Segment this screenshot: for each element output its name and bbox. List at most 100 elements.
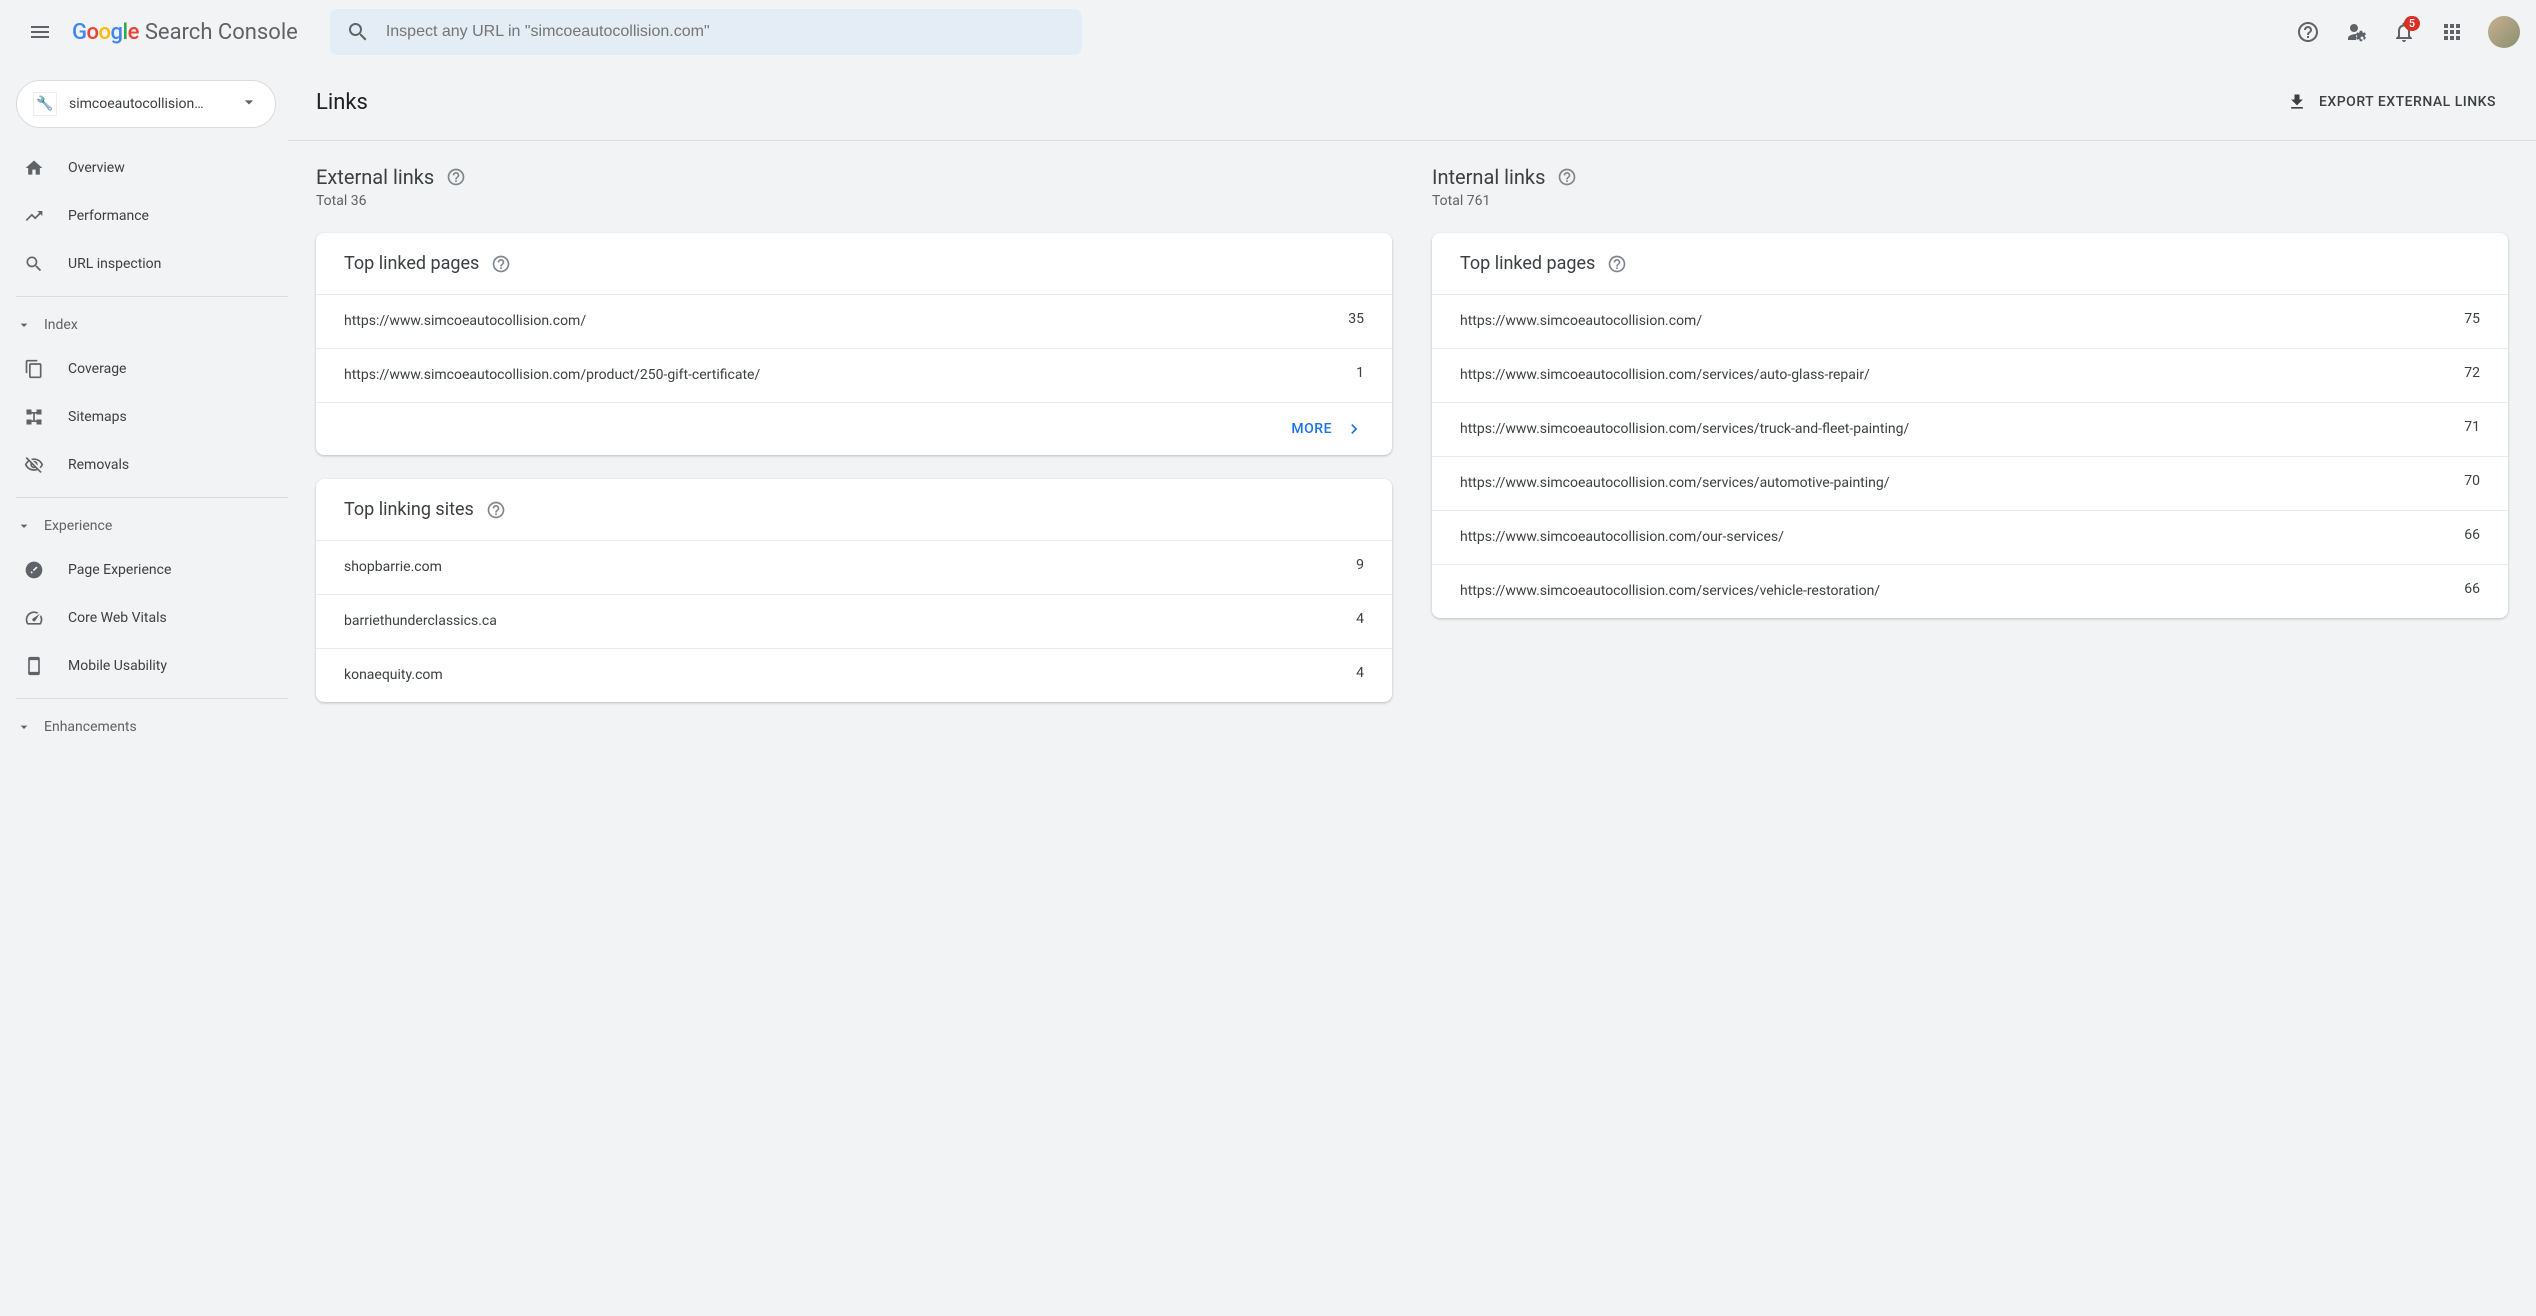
users-settings-button[interactable] (2336, 12, 2376, 52)
notification-badge: 5 (2404, 16, 2420, 31)
sidebar-item-label: Core Web Vitals (68, 610, 167, 626)
row-count: 71 (2464, 419, 2480, 435)
row-url: konaequity.com (344, 665, 1332, 686)
row-url: barriethunderclassics.ca (344, 611, 1332, 632)
search-icon (24, 254, 44, 274)
row-url: https://www.simcoeautocollision.com/ (1460, 311, 2440, 332)
account-avatar[interactable] (2488, 16, 2520, 48)
table-row[interactable]: https://www.simcoeautocollision.com/ 35 (316, 294, 1392, 348)
search-input[interactable] (386, 23, 1066, 41)
row-url: shopbarrie.com (344, 557, 1332, 578)
chevron-down-icon (239, 92, 259, 116)
sidebar-item-label: Mobile Usability (68, 658, 167, 674)
table-row[interactable]: konaequity.com 4 (316, 648, 1392, 702)
sidebar-item-core-web-vitals[interactable]: Core Web Vitals (0, 594, 276, 642)
menu-button[interactable] (16, 8, 64, 56)
property-selector[interactable]: 🔧 simcoeautocollision… (16, 80, 276, 128)
sidebar-item-label: URL inspection (68, 256, 161, 272)
google-logo: Google (72, 20, 139, 45)
internal-links-subtitle: Total 761 (1432, 193, 2508, 209)
chevron-right-icon (1344, 419, 1364, 439)
sidebar: 🔧 simcoeautocollision… Overview Performa… (0, 64, 288, 774)
external-top-linking-sites-card: Top linking sites shopbarrie.com 9 barri… (316, 479, 1392, 702)
table-row[interactable]: barriethunderclassics.ca 4 (316, 594, 1392, 648)
apps-button[interactable] (2432, 12, 2472, 52)
sidebar-item-mobile-usability[interactable]: Mobile Usability (0, 642, 276, 690)
menu-icon (28, 20, 52, 44)
help-icon (2296, 20, 2320, 44)
badge-icon (24, 560, 44, 580)
notifications-button[interactable]: 5 (2384, 12, 2424, 52)
app-name: Search Console (145, 20, 298, 45)
section-title: Enhancements (44, 719, 137, 735)
export-external-links-button[interactable]: EXPORT EXTERNAL LINKS (2275, 84, 2508, 120)
more-button[interactable]: MORE (316, 402, 1392, 455)
internal-top-linked-pages-card: Top linked pages https://www.simcoeautoc… (1432, 233, 2508, 618)
help-icon[interactable] (1607, 254, 1627, 274)
table-row[interactable]: https://www.simcoeautocollision.com/serv… (1432, 348, 2508, 402)
sidebar-section-enhancements[interactable]: Enhancements (0, 707, 288, 747)
sidebar-item-overview[interactable]: Overview (0, 144, 276, 192)
home-icon (24, 158, 44, 178)
sidebar-item-removals[interactable]: Removals (0, 441, 276, 489)
main-content: Links EXPORT EXTERNAL LINKS External lin… (288, 64, 2536, 774)
internal-links-title: Internal links (1432, 165, 1545, 189)
trending-icon (24, 206, 44, 226)
phone-icon (24, 656, 44, 676)
page-title: Links (316, 90, 368, 115)
row-count: 66 (2464, 527, 2480, 543)
help-icon[interactable] (486, 500, 506, 520)
table-row[interactable]: https://www.simcoeautocollision.com/prod… (316, 348, 1392, 402)
sidebar-item-label: Coverage (68, 361, 126, 377)
table-row[interactable]: shopbarrie.com 9 (316, 540, 1392, 594)
sidebar-item-performance[interactable]: Performance (0, 192, 276, 240)
card-title: Top linking sites (344, 499, 474, 520)
row-count: 35 (1348, 311, 1364, 327)
sidebar-section-index[interactable]: Index (0, 305, 288, 345)
row-count: 1 (1356, 365, 1364, 381)
help-icon[interactable] (491, 254, 511, 274)
row-url: https://www.simcoeautocollision.com/serv… (1460, 473, 2440, 494)
more-label: MORE (1291, 421, 1332, 437)
help-button[interactable] (2288, 12, 2328, 52)
row-count: 72 (2464, 365, 2480, 381)
row-url: https://www.simcoeautocollision.com/our-… (1460, 527, 2440, 548)
table-row[interactable]: https://www.simcoeautocollision.com/our-… (1432, 510, 2508, 564)
row-url: https://www.simcoeautocollision.com/serv… (1460, 581, 2440, 602)
row-url: https://www.simcoeautocollision.com/serv… (1460, 365, 2440, 386)
table-row[interactable]: https://www.simcoeautocollision.com/ 75 (1432, 294, 2508, 348)
sidebar-section-experience[interactable]: Experience (0, 506, 288, 546)
sidebar-item-url-inspection[interactable]: URL inspection (0, 240, 276, 288)
row-count: 4 (1356, 611, 1364, 627)
divider (16, 698, 288, 699)
header: Google Search Console 5 (0, 0, 2536, 64)
external-links-subtitle: Total 36 (316, 193, 1392, 209)
download-icon (2287, 92, 2307, 112)
row-url: https://www.simcoeautocollision.com/serv… (1460, 419, 2440, 440)
row-count: 9 (1356, 557, 1364, 573)
url-inspection-search[interactable] (330, 9, 1082, 55)
sidebar-item-sitemaps[interactable]: Sitemaps (0, 393, 276, 441)
sidebar-item-label: Performance (68, 208, 149, 224)
help-icon[interactable] (446, 167, 466, 187)
section-title: Experience (44, 518, 112, 534)
visibility-off-icon (24, 455, 44, 475)
apps-grid-icon (2440, 20, 2464, 44)
row-url: https://www.simcoeautocollision.com/prod… (344, 365, 1332, 386)
internal-links-column: Internal links Total 761 Top linked page… (1432, 165, 2508, 726)
row-count: 75 (2464, 311, 2480, 327)
card-title: Top linked pages (1460, 253, 1595, 274)
row-url: https://www.simcoeautocollision.com/ (344, 311, 1324, 332)
help-icon[interactable] (1557, 167, 1577, 187)
export-label: EXPORT EXTERNAL LINKS (2319, 94, 2496, 110)
table-row[interactable]: https://www.simcoeautocollision.com/serv… (1432, 402, 2508, 456)
table-row[interactable]: https://www.simcoeautocollision.com/serv… (1432, 456, 2508, 510)
sidebar-item-coverage[interactable]: Coverage (0, 345, 276, 393)
logo[interactable]: Google Search Console (72, 20, 298, 45)
table-row[interactable]: https://www.simcoeautocollision.com/serv… (1432, 564, 2508, 618)
sidebar-item-label: Sitemaps (68, 409, 127, 425)
property-label: simcoeautocollision… (69, 96, 227, 112)
sidebar-item-page-experience[interactable]: Page Experience (0, 546, 276, 594)
chevron-down-icon (16, 719, 32, 735)
external-top-linked-pages-card: Top linked pages https://www.simcoeautoc… (316, 233, 1392, 455)
